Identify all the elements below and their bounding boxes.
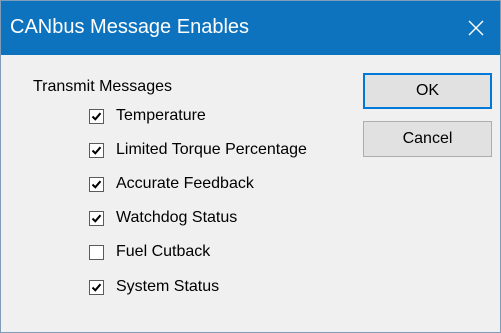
transmit-messages-label: Transmit Messages — [33, 78, 172, 95]
checkmark-icon — [91, 112, 102, 121]
checkbox-box[interactable] — [89, 142, 104, 158]
checkmark-icon — [91, 146, 102, 155]
checkbox-label: Watchdog Status — [116, 209, 238, 226]
checkbox-fuel-cutback[interactable]: Fuel Cutback — [89, 241, 210, 263]
checkbox-system-status[interactable]: System Status — [89, 276, 219, 298]
checkbox-label: Accurate Feedback — [116, 175, 254, 192]
checkmark-icon — [91, 180, 102, 189]
checkbox-temperature[interactable]: Temperature — [89, 105, 206, 127]
checkbox-label: System Status — [116, 278, 220, 295]
checkbox-watchdog-status[interactable]: Watchdog Status — [89, 207, 237, 229]
ok-button[interactable]: OK — [363, 73, 492, 109]
cancel-button[interactable]: Cancel — [363, 121, 492, 157]
checkbox-box[interactable] — [89, 210, 104, 226]
close-icon — [467, 19, 485, 37]
checkbox-label: Fuel Cutback — [116, 243, 211, 260]
checkbox-label: Limited Torque Percentage — [116, 141, 307, 158]
checkbox-accurate-feedback[interactable]: Accurate Feedback — [89, 173, 254, 195]
window-title: CANbus Message Enables — [10, 16, 250, 38]
close-button[interactable] — [452, 1, 500, 55]
checkbox-box[interactable] — [89, 176, 104, 192]
checkbox-limited-torque-percentage[interactable]: Limited Torque Percentage — [89, 139, 307, 161]
checkmark-icon — [91, 214, 102, 223]
checkbox-box[interactable] — [89, 108, 104, 124]
checkmark-icon — [91, 283, 102, 292]
checkbox-box[interactable] — [89, 279, 104, 295]
checkbox-box[interactable] — [89, 244, 104, 260]
title-bar[interactable]: CANbus Message Enables — [1, 1, 500, 55]
checkbox-label: Temperature — [116, 107, 206, 124]
dialog-window: CANbus Message Enables Transmit Messages… — [0, 0, 501, 333]
